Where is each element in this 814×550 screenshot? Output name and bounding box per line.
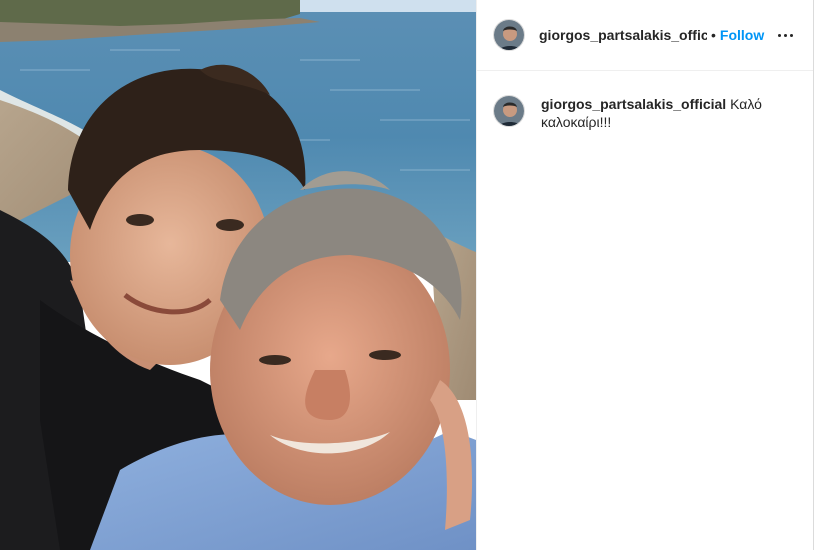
header-username[interactable]: giorgos_partsalakis_officia xyxy=(539,27,707,43)
post-header: giorgos_partsalakis_officia • Follow xyxy=(477,0,813,71)
caption-text: giorgos_partsalakis_official Καλό καλοκα… xyxy=(541,95,781,131)
caption-username[interactable]: giorgos_partsalakis_official xyxy=(541,96,726,112)
more-options-icon[interactable] xyxy=(773,23,797,47)
header-user-line: giorgos_partsalakis_officia • Follow xyxy=(539,27,769,43)
post-photo[interactable] xyxy=(0,0,476,550)
post-side-panel: giorgos_partsalakis_officia • Follow gio… xyxy=(476,0,813,550)
caption-avatar[interactable] xyxy=(493,95,525,127)
caption: giorgos_partsalakis_official Καλό καλοκα… xyxy=(477,71,813,131)
separator-dot: • xyxy=(711,27,716,43)
post-dialog: giorgos_partsalakis_officia • Follow gio… xyxy=(0,0,814,550)
follow-button[interactable]: Follow xyxy=(720,27,764,43)
avatar[interactable] xyxy=(493,19,525,51)
